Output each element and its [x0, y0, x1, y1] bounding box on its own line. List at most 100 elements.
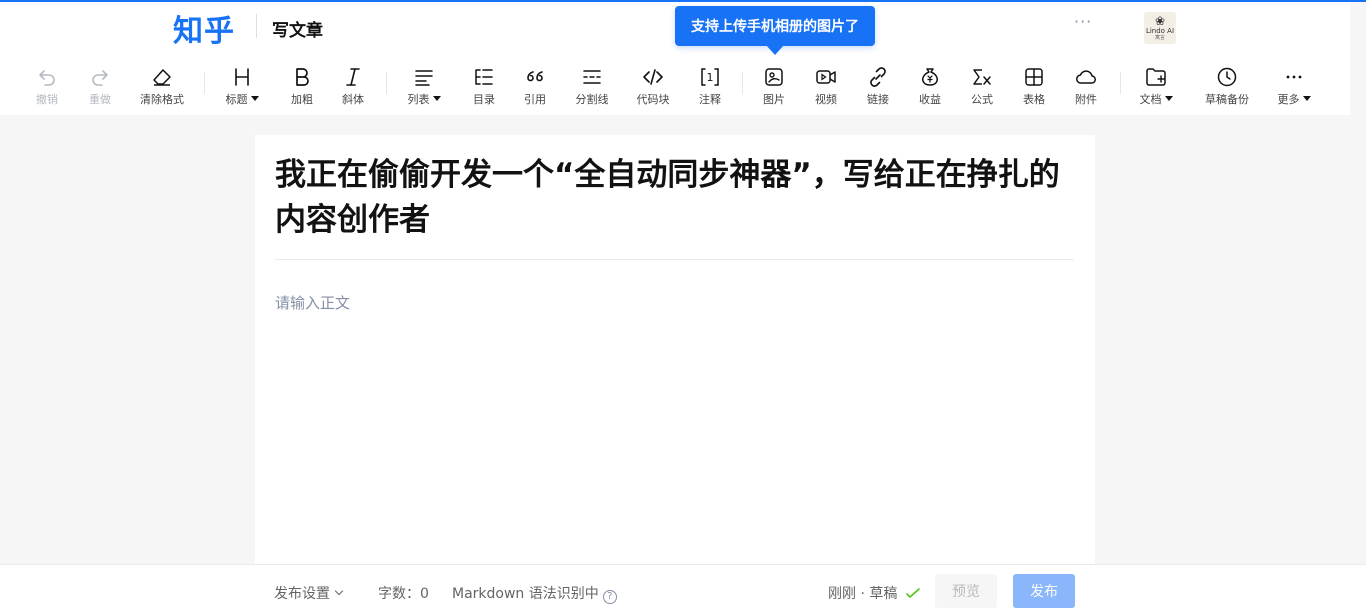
cloud-check-icon — [906, 588, 920, 598]
cloud-icon — [1076, 70, 1096, 84]
document-label: 文档 — [1139, 93, 1162, 106]
word-count: 字数：0 — [378, 586, 429, 602]
code-block-label: 代码块 — [636, 93, 670, 106]
code-block-button[interactable]: 代码块 — [632, 52, 674, 115]
link-icon — [870, 67, 886, 87]
preview-button[interactable]: 预览 — [935, 574, 997, 608]
income-label: 收益 — [919, 93, 941, 106]
undo-label: 撤销 — [36, 93, 58, 106]
caret-down-icon — [1164, 96, 1173, 101]
money-bag-icon — [922, 68, 938, 86]
clear-format-button[interactable]: 清除格式 — [137, 52, 187, 115]
toc-button[interactable]: 目录 — [465, 52, 503, 115]
image-label: 图片 — [763, 93, 785, 106]
toolbar-divider — [742, 72, 743, 94]
document-button[interactable]: 文档 — [1134, 52, 1178, 115]
code-icon — [643, 69, 663, 85]
folder-add-icon — [1146, 68, 1166, 86]
heading-label: 标题 — [225, 93, 248, 106]
undo-icon — [39, 70, 55, 86]
toc-icon — [475, 69, 493, 85]
italic-label: 斜体 — [342, 93, 364, 106]
quote-label: 引用 — [524, 93, 546, 106]
quote-icon — [527, 71, 543, 82]
redo-button[interactable]: 重做 — [81, 52, 119, 115]
footnote-label: 注释 — [699, 93, 721, 106]
table-icon — [1025, 68, 1043, 86]
income-button[interactable]: 收益 — [911, 52, 949, 115]
markdown-status: Markdown 语法识别中? — [452, 583, 617, 604]
caret-down-icon — [432, 96, 441, 101]
caret-down-icon — [250, 96, 259, 101]
publish-settings-label: 发布设置 — [274, 586, 330, 602]
footnote-button[interactable]: 1 注释 — [691, 52, 729, 115]
more-dots-icon — [1286, 75, 1302, 79]
table-button[interactable]: 表格 — [1015, 52, 1053, 115]
link-label: 链接 — [867, 93, 889, 106]
avatar-logo-icon: ❀ — [1154, 14, 1166, 28]
divider-label: 分割线 — [575, 93, 609, 106]
quote-button[interactable]: 引用 — [516, 52, 554, 115]
page-title: 写文章 — [272, 21, 323, 41]
avatar[interactable]: ❀ Lindo AI 寓言 — [1144, 12, 1176, 44]
more-label: 更多 — [1277, 93, 1300, 106]
attachment-label: 附件 — [1075, 93, 1097, 106]
divider-button[interactable]: 分割线 — [570, 52, 614, 115]
redo-icon — [92, 70, 108, 86]
bold-label: 加粗 — [291, 93, 313, 106]
heading-icon — [235, 68, 249, 86]
attachment-button[interactable]: 附件 — [1067, 52, 1105, 115]
toolbar-divider — [386, 72, 387, 94]
logo-divider — [256, 14, 257, 38]
link-button[interactable]: 链接 — [859, 52, 897, 115]
svg-text:1: 1 — [707, 71, 714, 84]
avatar-text: Lindo AI — [1145, 27, 1175, 35]
more-options-icon[interactable]: ··· — [1074, 12, 1092, 31]
video-icon — [816, 70, 836, 84]
footer-bar: 发布设置 字数：0 Markdown 语法识别中? 刚刚 · 草稿 预览 发布 — [0, 564, 1366, 615]
article-body-input[interactable]: 请输入正文 — [275, 292, 350, 313]
publish-button[interactable]: 发布 — [1013, 574, 1075, 608]
draft-backup-button[interactable]: 草稿备份 — [1202, 52, 1252, 115]
publish-settings-button[interactable]: 发布设置 — [274, 583, 344, 603]
table-label: 表格 — [1023, 93, 1045, 106]
list-label: 列表 — [407, 93, 430, 106]
italic-button[interactable]: 斜体 — [334, 52, 372, 115]
avatar-subtext: 寓言 — [1154, 35, 1165, 41]
upload-tooltip: 支持上传手机相册的图片了 — [675, 6, 875, 46]
more-button[interactable]: 更多 — [1272, 52, 1316, 115]
clock-icon — [1217, 67, 1237, 87]
editor-toolbar: 撤销 重做 清除格式 标题 加粗 斜体 列表 目录 引用 分割线 代码块 1 注… — [0, 52, 1350, 115]
help-icon[interactable]: ? — [602, 590, 617, 604]
toolbar-divider — [1120, 72, 1121, 94]
heading-button[interactable]: 标题 — [220, 52, 264, 115]
divider-icon — [583, 70, 601, 84]
chevron-down-icon — [334, 586, 344, 596]
clear-format-label: 清除格式 — [140, 93, 184, 106]
save-status-label: 刚刚 · 草稿 — [828, 586, 898, 602]
image-icon — [765, 68, 783, 86]
video-label: 视频 — [815, 93, 837, 106]
image-button[interactable]: 图片 — [755, 52, 793, 115]
formula-label: 公式 — [971, 93, 993, 106]
toolbar-divider — [204, 72, 205, 94]
footnote-icon: 1 — [701, 68, 719, 86]
article-title-input[interactable]: 我正在偷偷开发一个“全自动同步神器”，写给正在挣扎的内容创作者 — [275, 153, 1080, 243]
toc-label: 目录 — [473, 93, 495, 106]
sigma-icon — [973, 69, 991, 85]
eraser-icon — [153, 69, 171, 86]
zhihu-logo[interactable]: 知乎 — [173, 6, 235, 50]
caret-down-icon — [1302, 96, 1311, 101]
redo-label: 重做 — [89, 93, 111, 106]
formula-button[interactable]: 公式 — [963, 52, 1001, 115]
undo-button[interactable]: 撤销 — [28, 52, 66, 115]
title-divider — [275, 259, 1074, 260]
bold-button[interactable]: 加粗 — [283, 52, 321, 115]
editor-canvas: 我正在偷偷开发一个“全自动同步神器”，写给正在挣扎的内容创作者 请输入正文 — [255, 135, 1095, 565]
tooltip-arrow — [766, 45, 784, 55]
italic-icon — [346, 68, 360, 86]
list-button[interactable]: 列表 — [402, 52, 446, 115]
video-button[interactable]: 视频 — [807, 52, 845, 115]
draft-backup-label: 草稿备份 — [1205, 93, 1249, 106]
save-status: 刚刚 · 草稿 — [828, 583, 921, 603]
